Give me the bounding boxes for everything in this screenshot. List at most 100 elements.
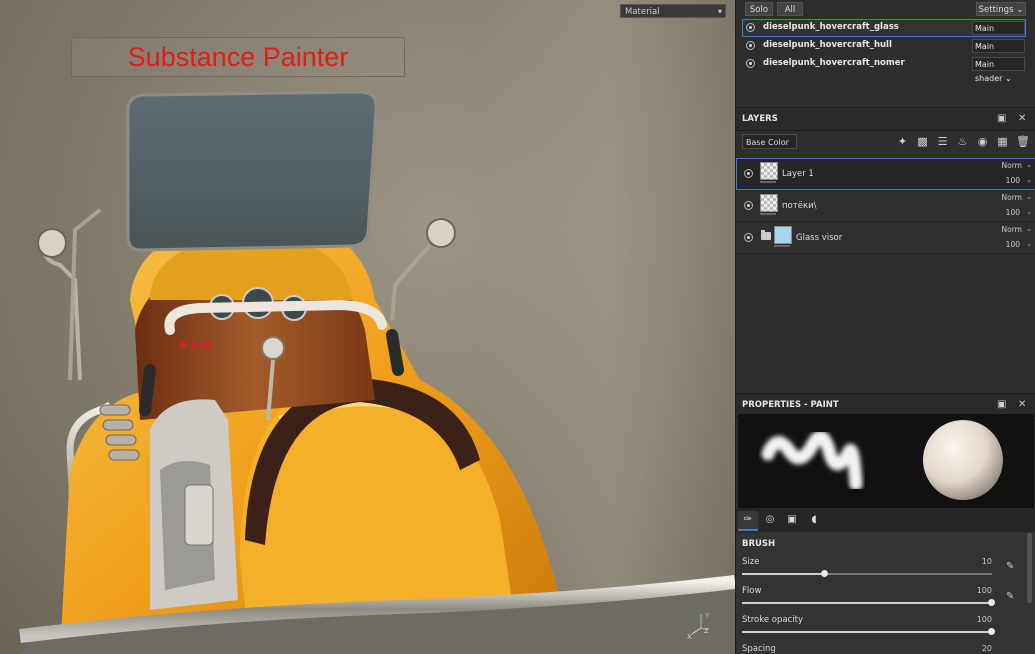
pen-pressure-icon[interactable]: ✎ <box>1006 591 1014 602</box>
flow-value[interactable]: 100 <box>946 586 992 595</box>
shader-select[interactable]: Main shader ⌄ <box>972 57 1025 83</box>
eye-icon[interactable] <box>744 201 753 210</box>
title-text: Substance Painter <box>127 41 349 72</box>
texture-set-item[interactable]: dieselpunk_hovercraft_nomer Main shader … <box>743 56 1025 83</box>
slider-fill <box>742 631 992 633</box>
chevron-down-icon[interactable]: ⌄ <box>1026 193 1032 201</box>
slider-handle[interactable] <box>988 599 995 606</box>
chevron-down-icon: ▾ <box>717 7 722 16</box>
property-tabs: ✑ ◎ ▣ ◖ <box>736 508 1035 532</box>
paint-bucket-icon[interactable]: ♨ <box>956 135 969 148</box>
chevron-down-icon: ⌄ <box>1016 5 1024 15</box>
add-fill-layer-icon[interactable]: ☰ <box>936 135 949 148</box>
eye-icon[interactable] <box>746 41 755 50</box>
size-value[interactable]: 10 <box>946 557 992 566</box>
eye-icon[interactable] <box>746 23 755 32</box>
layer-thumbnail <box>774 226 792 244</box>
layer-thumbnail <box>760 194 778 212</box>
add-layer-icon[interactable]: ◉ <box>976 135 989 148</box>
undock-icon[interactable]: ▣ <box>997 399 1006 410</box>
material-sphere-preview <box>923 420 1003 500</box>
layers-header: LAYERS ▣ ✕ <box>736 107 1035 131</box>
settings-button[interactable]: Settings ⌄ <box>976 2 1026 16</box>
slider-fill <box>742 602 992 604</box>
gizmo-y-label: Y <box>704 612 710 620</box>
add-mask-icon[interactable]: ▩ <box>916 135 929 148</box>
eye-icon[interactable] <box>744 169 753 178</box>
stroke-opacity-value[interactable]: 100 <box>946 615 992 624</box>
texture-set-item[interactable]: dieselpunk_hovercraft_hull Main shader ⌄ <box>743 38 1025 65</box>
shader-select[interactable]: Main shader ⌄ <box>972 39 1025 65</box>
properties-scrollbar[interactable] <box>1027 533 1032 603</box>
undock-icon[interactable]: ▣ <box>997 113 1006 124</box>
folder-icon[interactable] <box>761 230 771 240</box>
blend-mode[interactable]: Norm <box>1002 161 1022 170</box>
properties-title: PROPERTIES - PAINT <box>742 400 839 410</box>
chevron-down-icon[interactable]: ⌄ <box>1026 225 1032 233</box>
mask-bar <box>774 245 790 247</box>
layer-row[interactable]: потёки\ Norm ⌄ 100 ⌄ <box>736 190 1035 222</box>
slider-handle[interactable] <box>988 628 995 635</box>
layer-opacity[interactable]: 100 <box>1006 176 1020 185</box>
layer-opacity[interactable]: 100 <box>1006 208 1020 217</box>
3d-viewport[interactable]: Substance Painter Material ▾ Y X Z <box>0 0 735 654</box>
spacing-value[interactable]: 20 <box>946 644 992 653</box>
layer-name: Glass visor <box>796 233 843 243</box>
title-banner: Substance Painter <box>71 37 405 77</box>
size-label: Size <box>742 557 760 567</box>
stencil-tab-icon[interactable]: ▣ <box>782 511 802 529</box>
viewport-mode-value: Material <box>625 7 660 17</box>
flow-slider[interactable] <box>742 599 995 606</box>
chevron-down-icon[interactable]: ⌄ <box>1026 240 1032 248</box>
brush-title: BRUSH <box>742 539 776 549</box>
alpha-tab-icon[interactable]: ◎ <box>760 511 780 529</box>
chevron-down-icon[interactable]: ⌄ <box>1026 176 1032 184</box>
size-slider[interactable] <box>742 570 992 577</box>
trash-icon[interactable]: 🗑 <box>1016 135 1030 148</box>
layer-name: Layer 1 <box>782 169 814 179</box>
all-button[interactable]: All <box>777 2 803 16</box>
mask-bar <box>760 213 776 215</box>
stroke-opacity-slider[interactable] <box>742 628 995 635</box>
shader-select-value: Main shader <box>975 60 1003 83</box>
channel-select[interactable]: Base Color ⌄ <box>742 134 797 162</box>
axis-gizmo: Y X Z <box>687 612 710 640</box>
brush-stroke-preview <box>761 420 1003 500</box>
material-tab-icon[interactable]: ◖ <box>804 511 824 529</box>
layer-thumbnail <box>760 162 778 180</box>
slider-fill <box>742 573 825 575</box>
chevron-down-icon[interactable]: ⌄ <box>1026 161 1032 169</box>
eye-icon[interactable] <box>744 233 753 242</box>
chevron-down-icon[interactable]: ⌄ <box>1026 208 1032 216</box>
add-effect-icon[interactable]: ✦ <box>896 135 909 148</box>
slider-handle[interactable] <box>821 570 828 577</box>
right-panel: Solo All Settings ⌄ dieselpunk_hovercraf… <box>735 0 1035 654</box>
close-icon[interactable]: ✕ <box>1018 113 1026 124</box>
eye-icon[interactable] <box>746 59 755 68</box>
stroke-opacity-label: Stroke opacity <box>742 615 803 625</box>
texture-set-name: dieselpunk_hovercraft_nomer <box>763 58 905 68</box>
settings-label: Settings <box>978 5 1014 15</box>
viewport-mode-select[interactable]: Material ▾ <box>620 4 726 18</box>
solo-button[interactable]: Solo <box>745 2 773 16</box>
gizmo-z-label: Z <box>704 627 709 635</box>
add-folder-icon[interactable]: ▦ <box>996 135 1009 148</box>
blend-mode[interactable]: Norm <box>1002 193 1022 202</box>
close-icon[interactable]: ✕ <box>1018 399 1026 410</box>
spacing-label: Spacing <box>742 644 776 654</box>
layer-name: потёки\ <box>782 201 817 211</box>
layer-row[interactable]: Glass visor Norm ⌄ 100 ⌄ <box>736 222 1035 254</box>
layer-opacity[interactable]: 100 <box>1006 240 1020 249</box>
blend-mode[interactable]: Norm <box>1002 225 1022 234</box>
hovercraft-model[interactable] <box>0 0 735 654</box>
brush-tab-icon[interactable]: ✑ <box>738 511 758 531</box>
layer-row[interactable]: Layer 1 Norm ⌄ 100 ⌄ <box>736 158 1035 190</box>
pen-pressure-icon[interactable]: ✎ <box>1006 561 1014 572</box>
shader-select[interactable]: Main shader ⌄ <box>972 21 1025 47</box>
gizmo-x-label: X <box>687 633 692 640</box>
mask-bar <box>760 181 776 183</box>
channel-select-value: Base Color <box>746 138 789 147</box>
brush-section: BRUSH Size 10 ✎ Flow 100 ✎ Stroke opacit… <box>736 533 1035 654</box>
flow-label: Flow <box>742 586 762 596</box>
texture-set-item[interactable]: dieselpunk_hovercraft_glass Main shader … <box>742 19 1026 47</box>
